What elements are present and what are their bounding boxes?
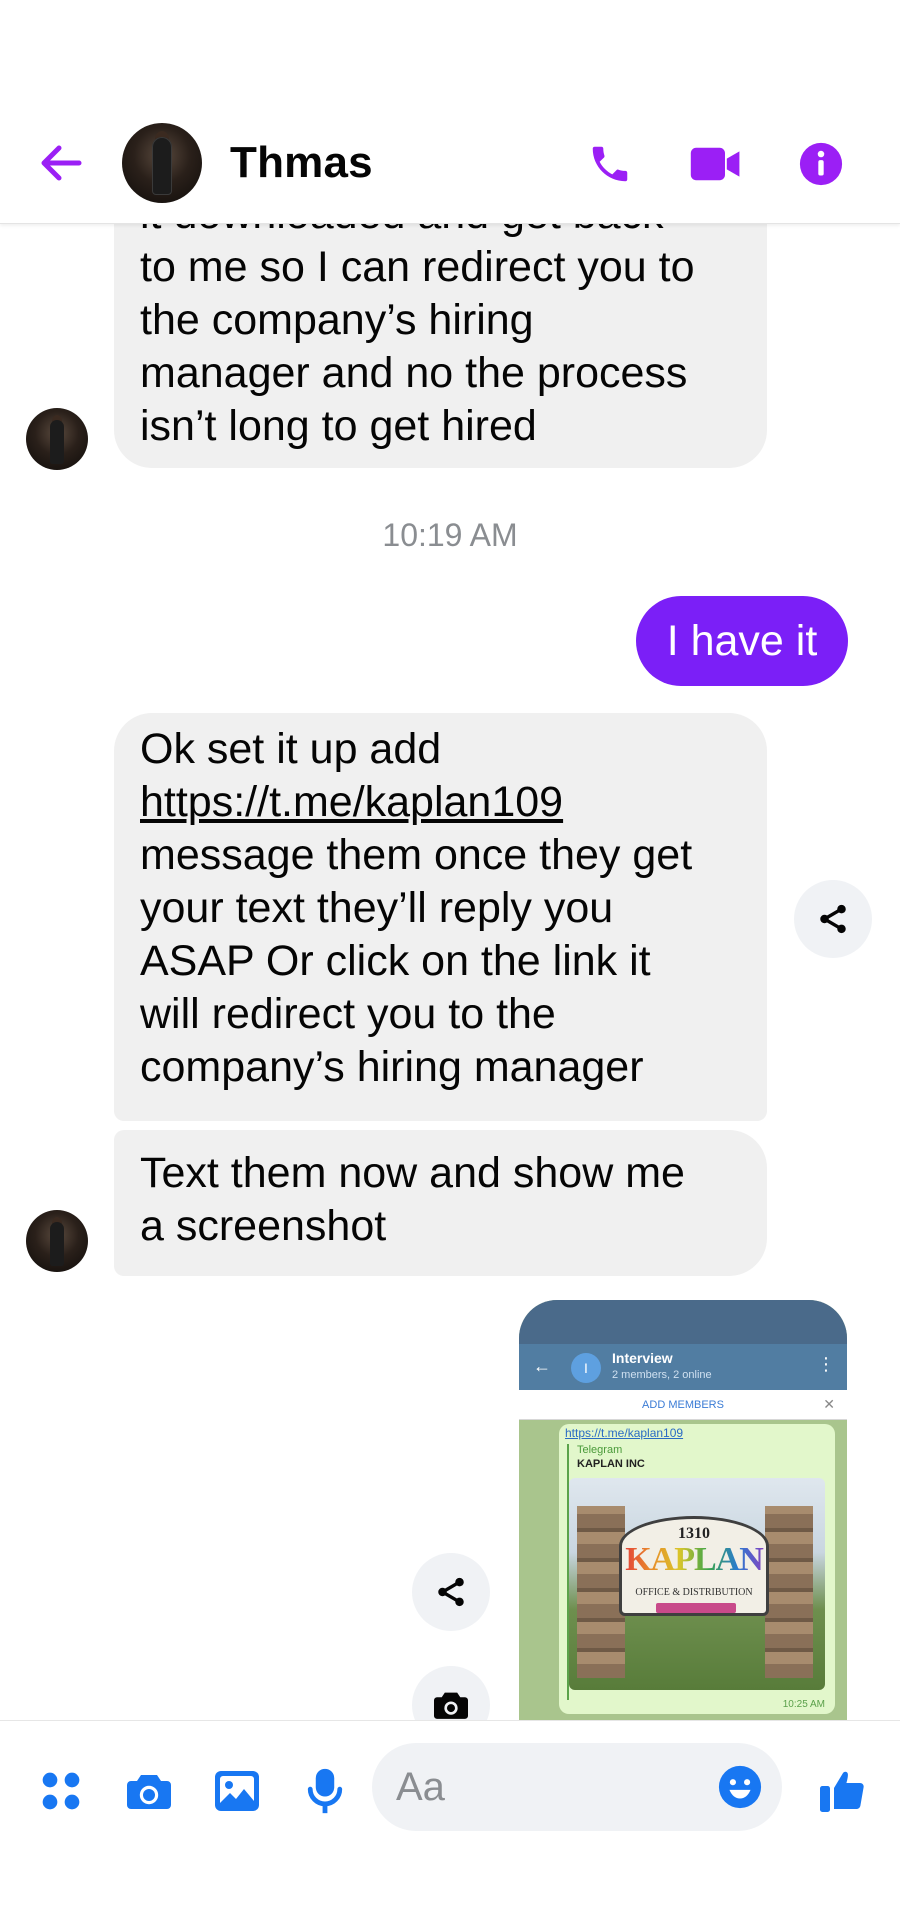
message-line: your text they’ll reply you [140, 884, 614, 932]
kaplan-sign-photo: 1310 KAPLAN OFFICE & DISTRIBUTION [569, 1478, 825, 1690]
emoji-icon[interactable] [710, 1757, 770, 1817]
received-message-bubble[interactable]: Ok set it up add https://t.me/kaplan109 … [114, 713, 767, 1121]
conversation-header: Thmas [0, 0, 900, 224]
more-icon: ⋮ [817, 1354, 835, 1374]
link-preview-site: Telegram [577, 1444, 623, 1456]
message-line: Text them now and show me [140, 1149, 685, 1197]
info-icon[interactable] [793, 136, 849, 192]
message-line: to me so I can redirect you to [140, 243, 695, 291]
received-message-bubble[interactable]: it downloaded and get back to me so I ca… [114, 224, 767, 468]
message-timestamp: 10:19 AM [382, 517, 518, 553]
telegram-group-subtitle: 2 members, 2 online [612, 1369, 712, 1381]
message-line: a screenshot [140, 1202, 387, 1250]
message-composer [0, 1720, 900, 1916]
share-image-button[interactable] [412, 1553, 490, 1631]
thumbs-up-icon[interactable] [812, 1761, 872, 1821]
phone-call-icon[interactable] [582, 136, 638, 192]
sender-avatar[interactable] [26, 408, 88, 470]
camera-icon [434, 1692, 468, 1719]
add-members-label: ADD MEMBERS [642, 1398, 724, 1411]
sign-subtitle: OFFICE & DISTRIBUTION [635, 1587, 753, 1598]
received-message-bubble[interactable]: Text them now and show me a screenshot [114, 1130, 767, 1276]
gallery-icon[interactable] [207, 1761, 267, 1821]
save-image-button[interactable] [412, 1666, 490, 1720]
telegram-message-link: https://t.me/kaplan109 [565, 1426, 684, 1440]
message-line: Ok set it up add [140, 725, 442, 773]
message-input[interactable] [396, 1757, 696, 1817]
telegram-back-icon: ← [533, 1356, 551, 1376]
sender-avatar[interactable] [26, 1210, 88, 1272]
microphone-icon[interactable] [295, 1761, 355, 1821]
message-line: manager and no the process [140, 349, 688, 397]
camera-icon[interactable] [119, 1761, 179, 1821]
close-icon: ✕ [823, 1396, 835, 1412]
telegram-link[interactable]: https://t.me/kaplan109 [140, 778, 563, 826]
link-preview-title: KAPLAN INC [577, 1458, 645, 1470]
share-button[interactable] [794, 880, 872, 958]
contact-name[interactable]: Thmas [230, 138, 373, 188]
sent-message-bubble[interactable]: I have it [636, 596, 848, 686]
message-line: will redirect you to the [140, 990, 556, 1038]
message-list[interactable]: it downloaded and get back to me so I ca… [0, 224, 900, 1720]
message-line: the company’s hiring [140, 296, 534, 344]
sign-logo-text: KAPLAN [622, 1541, 766, 1579]
contact-avatar[interactable] [122, 123, 202, 203]
message-line: message them once they get [140, 831, 693, 879]
message-line: it downloaded and get back [140, 224, 741, 241]
sent-image-attachment[interactable]: ← I Interview 2 members, 2 online ⋮ ADD … [519, 1300, 847, 1720]
message-input-container[interactable] [372, 1743, 782, 1831]
message-line: isn’t long to get hired [140, 402, 537, 450]
video-call-icon[interactable] [688, 136, 744, 192]
more-actions-icon[interactable] [31, 1761, 91, 1821]
share-icon [820, 904, 846, 934]
message-line: ASAP Or click on the link it [140, 937, 651, 985]
back-arrow-icon[interactable] [36, 138, 86, 188]
message-line: company’s hiring manager [140, 1043, 644, 1091]
group-avatar: I [571, 1353, 601, 1383]
telegram-message-time: 10:25 AM [782, 1699, 825, 1710]
share-icon [438, 1577, 464, 1607]
telegram-group-title: Interview [612, 1350, 673, 1366]
